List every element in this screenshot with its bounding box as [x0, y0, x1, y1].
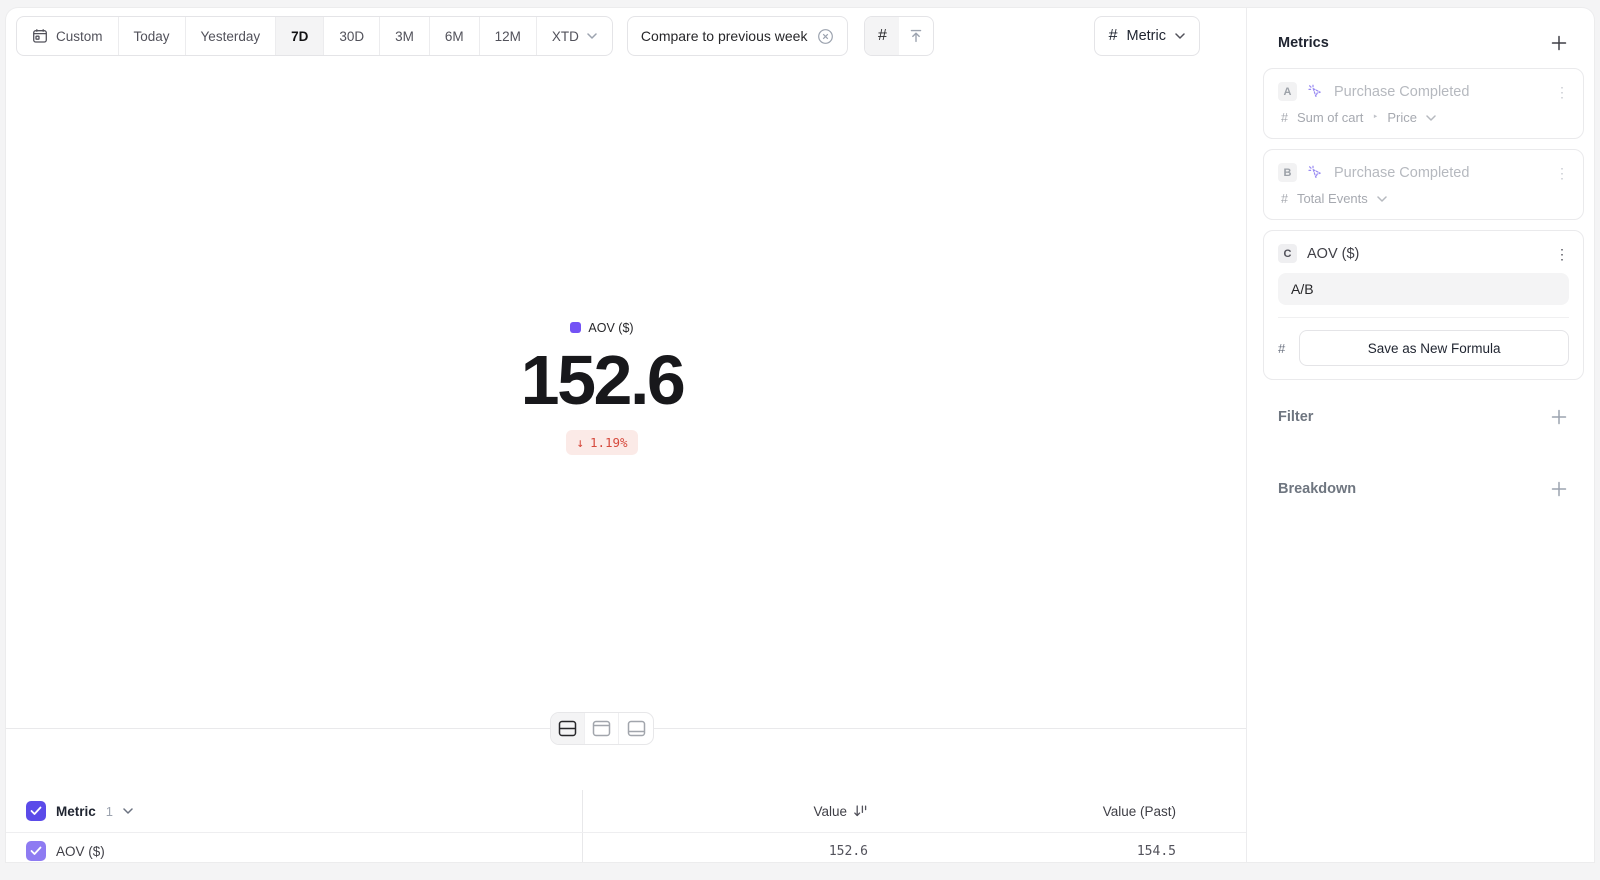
event-sparkle-icon: [1307, 83, 1324, 100]
add-breakdown-button[interactable]: [1551, 481, 1567, 497]
filter-section-header: Filter: [1278, 406, 1567, 428]
toolbar: Custom Today Yesterday 7D 30D 3M 6M 12M …: [16, 16, 1200, 56]
query-sidebar: Metrics A Purchase Completed ⋮: [1246, 8, 1594, 862]
table-row: AOV ($) 152.6 154.5: [6, 833, 1246, 862]
metric-cards: A Purchase Completed ⋮ # Sum of cart ‣ P…: [1263, 68, 1584, 380]
hash-icon: #: [1278, 341, 1285, 356]
report-card: Custom Today Yesterday 7D 30D 3M 6M 12M …: [6, 8, 1594, 862]
card-divider: [1278, 317, 1569, 318]
kebab-menu-icon[interactable]: ⋮: [1555, 166, 1569, 180]
legend-swatch: [570, 322, 581, 333]
metric-badge: A: [1278, 82, 1297, 101]
measure-selector[interactable]: # Total Events: [1278, 191, 1569, 206]
range-30d[interactable]: 30D: [324, 17, 380, 55]
hash-icon: #: [1109, 27, 1118, 45]
layout-split-toggle[interactable]: [551, 713, 585, 744]
measure-label: Sum of cart: [1297, 110, 1363, 125]
range-custom-label: Custom: [56, 29, 103, 44]
row-value-past: 154.5: [1137, 844, 1176, 859]
sort-descending-icon[interactable]: [853, 804, 868, 818]
metric-card-a: A Purchase Completed ⋮ # Sum of cart ‣ P…: [1263, 68, 1584, 139]
layout-table-only-toggle[interactable]: [619, 713, 653, 744]
metrics-section-header: Metrics: [1278, 32, 1567, 54]
chevron-down-icon: [1377, 196, 1387, 202]
range-12m[interactable]: 12M: [480, 17, 537, 55]
row-value: 152.6: [829, 844, 868, 859]
range-3m[interactable]: 3M: [380, 17, 430, 55]
metric-badge: B: [1278, 163, 1297, 182]
value-past-column-header[interactable]: Value (Past): [1103, 804, 1176, 819]
add-filter-button[interactable]: [1551, 409, 1567, 425]
metric-column-label: Metric: [56, 804, 96, 819]
measure-selector[interactable]: # Sum of cart ‣ Price: [1278, 110, 1569, 125]
kebab-menu-icon[interactable]: ⋮: [1555, 85, 1569, 99]
date-range-control: Custom Today Yesterday 7D 30D 3M 6M 12M …: [16, 16, 613, 56]
range-custom[interactable]: Custom: [17, 17, 119, 55]
add-metric-button[interactable]: [1551, 35, 1567, 51]
big-number-chart: AOV ($) 152.6 ↓ 1.19%: [6, 320, 1198, 455]
measure-label: Total Events: [1297, 191, 1368, 206]
range-today[interactable]: Today: [119, 17, 186, 55]
metric-card-b: B Purchase Completed ⋮ # Total Events: [1263, 149, 1584, 220]
metric-badge: C: [1278, 244, 1297, 263]
filter-title: Filter: [1278, 409, 1313, 425]
event-sparkle-icon: [1307, 164, 1324, 181]
hash-icon: #: [1281, 192, 1288, 206]
compare-chip[interactable]: Compare to previous week: [627, 16, 849, 56]
hash-icon: #: [878, 27, 887, 45]
view-number-toggle[interactable]: #: [865, 17, 899, 55]
metric-event-name[interactable]: Purchase Completed: [1334, 84, 1469, 100]
select-all-checkbox[interactable]: [26, 801, 46, 821]
breakdown-title: Breakdown: [1278, 481, 1356, 497]
measure-property: Price: [1387, 110, 1417, 125]
remove-compare-icon[interactable]: [817, 28, 834, 45]
metric-type-button[interactable]: # Metric: [1094, 16, 1200, 56]
range-yesterday[interactable]: Yesterday: [186, 17, 277, 55]
arrow-up-to-line-icon: [908, 28, 924, 44]
chart-legend: AOV ($): [570, 321, 633, 335]
split-rows-icon: [558, 720, 577, 737]
top-bar-icon: [592, 720, 611, 737]
calendar-icon: [32, 28, 48, 44]
hash-icon: #: [1281, 111, 1288, 125]
breadcrumb-arrow-icon: ‣: [1372, 112, 1378, 123]
save-formula-label: Save as New Formula: [1368, 341, 1501, 356]
range-6m[interactable]: 6M: [430, 17, 480, 55]
view-goal-toggle[interactable]: [899, 17, 933, 55]
delta-value: 1.19%: [590, 435, 628, 450]
metric-card-c: C AOV ($) ⋮ A/B # Save as New Formula: [1263, 230, 1584, 380]
chevron-down-icon: [1426, 115, 1436, 121]
row-checkbox[interactable]: [26, 841, 46, 861]
table-header-row: Metric 1 Value Value (Past): [6, 790, 1246, 833]
chevron-down-icon[interactable]: [123, 808, 133, 814]
main-panel: Custom Today Yesterday 7D 30D 3M 6M 12M …: [6, 8, 1246, 862]
chevron-down-icon: [587, 33, 597, 39]
arrow-down-icon: ↓: [576, 435, 584, 450]
breakdown-section-header: Breakdown: [1278, 478, 1567, 500]
value-column-header[interactable]: Value: [813, 804, 847, 819]
range-xtd[interactable]: XTD: [537, 17, 612, 55]
range-7d[interactable]: 7D: [276, 17, 324, 55]
metric-button-label: Metric: [1127, 28, 1166, 44]
legend-label: AOV ($): [588, 321, 633, 335]
row-metric-name: AOV ($): [56, 844, 105, 859]
formula-input[interactable]: A/B: [1278, 273, 1569, 305]
kebab-menu-icon[interactable]: ⋮: [1555, 247, 1569, 261]
bottom-bar-icon: [627, 720, 646, 737]
view-mode-toggle: #: [864, 16, 934, 56]
metrics-title: Metrics: [1278, 35, 1329, 51]
metric-event-name[interactable]: Purchase Completed: [1334, 165, 1469, 181]
results-table: Metric 1 Value Value (Past): [6, 790, 1246, 862]
formula-text: A/B: [1291, 281, 1314, 297]
compare-chip-label: Compare to previous week: [641, 28, 808, 44]
delta-badge: ↓ 1.19%: [566, 430, 637, 455]
layout-chart-only-toggle[interactable]: [585, 713, 619, 744]
formula-metric-name[interactable]: AOV ($): [1307, 246, 1359, 262]
save-formula-button[interactable]: Save as New Formula: [1299, 330, 1569, 366]
metric-count: 1: [106, 804, 113, 819]
metric-value: 152.6: [6, 344, 1198, 418]
chevron-down-icon: [1175, 33, 1185, 39]
layout-toggle: [550, 712, 654, 745]
